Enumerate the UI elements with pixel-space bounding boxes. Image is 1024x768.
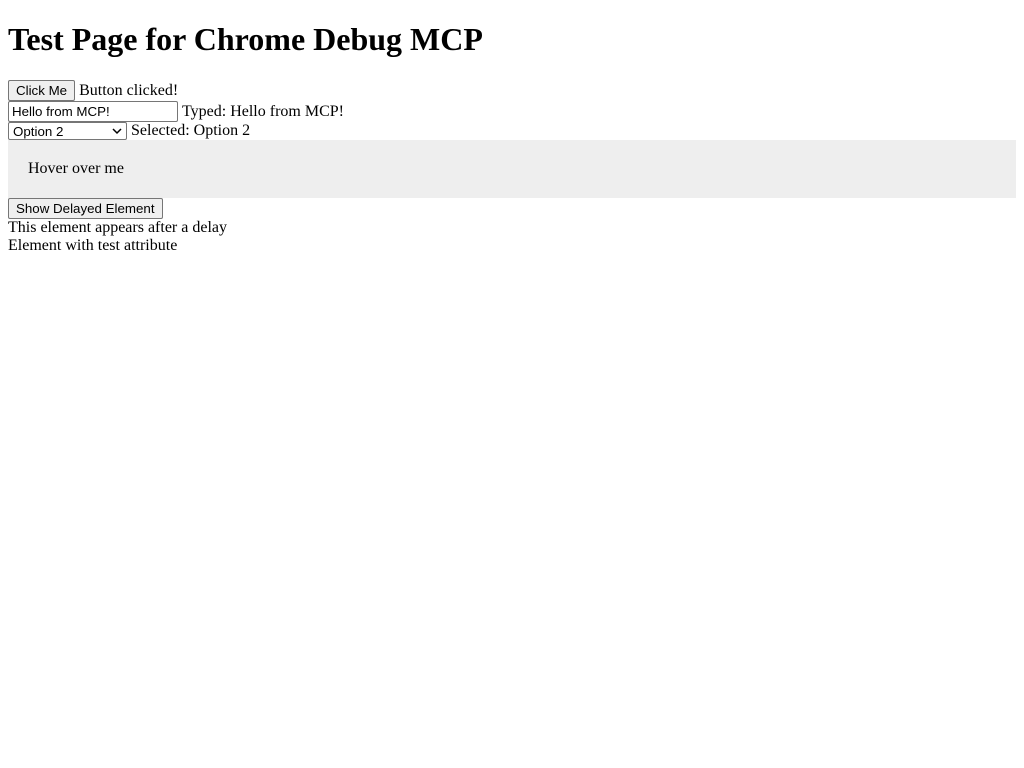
click-result-text: Button clicked!	[79, 81, 179, 99]
show-delayed-element-button[interactable]: Show Delayed Element	[8, 198, 163, 219]
text-input-field[interactable]	[8, 101, 178, 122]
select-value: Option 2	[13, 123, 64, 139]
chevron-down-icon	[112, 126, 122, 136]
page-title: Test Page for Chrome Debug MCP	[8, 21, 483, 57]
selected-result-text: Selected: Option 2	[131, 122, 251, 139]
select-row: Option 2 Selected: Option 2	[8, 122, 250, 140]
type-row: Typed: Hello from MCP!	[8, 101, 344, 122]
delayed-row: Show Delayed Element	[8, 198, 163, 219]
test-attribute-element: Element with test attribute	[8, 237, 178, 254]
hover-target[interactable]: Hover over me	[8, 140, 1016, 198]
click-me-button[interactable]: Click Me	[8, 80, 76, 101]
delayed-element-text: This element appears after a delay	[8, 219, 227, 236]
hover-text: Hover over me	[28, 160, 124, 177]
option-select[interactable]: Option 2	[8, 122, 127, 140]
click-row: Click Me Button clicked!	[8, 80, 178, 101]
typed-result-text: Typed: Hello from MCP!	[182, 102, 344, 120]
